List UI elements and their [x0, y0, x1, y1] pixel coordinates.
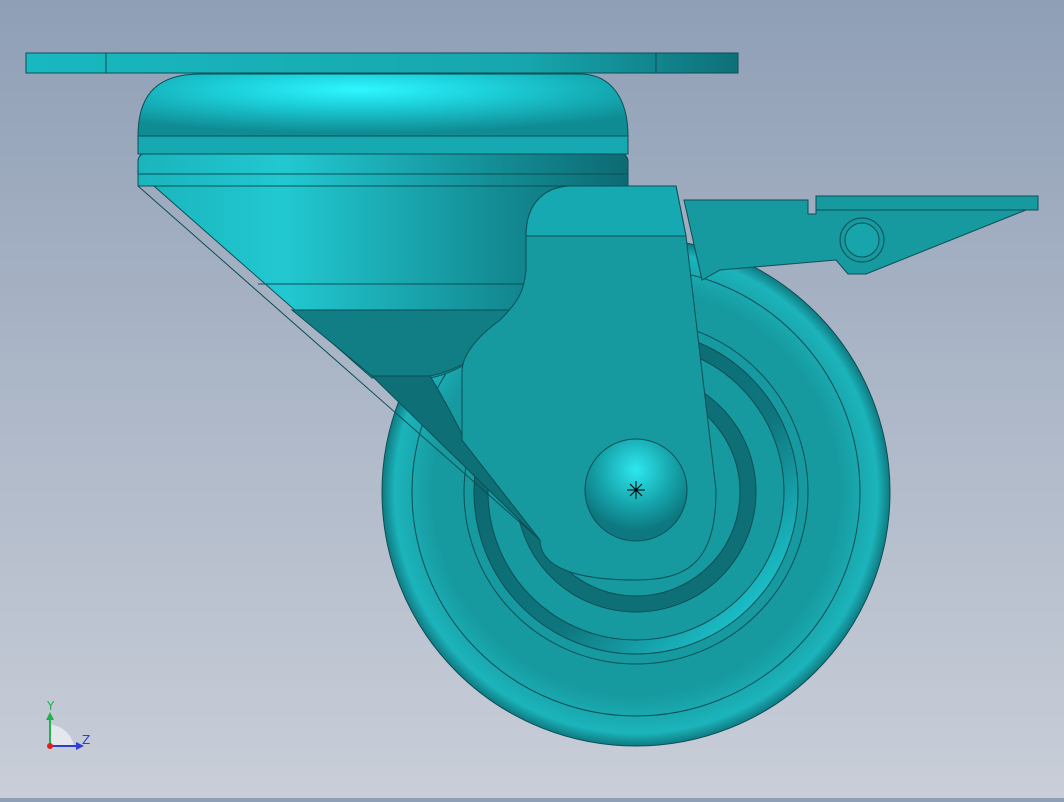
brake-lever[interactable]: [683, 195, 1039, 281]
coordinate-triad-icon: Y Z: [40, 698, 100, 758]
housing-ring[interactable]: [137, 151, 629, 187]
caster-model[interactable]: [0, 0, 1064, 798]
z-axis-label: Z: [82, 733, 91, 747]
cad-viewport[interactable]: [0, 0, 1064, 798]
axle-hub[interactable]: [584, 438, 688, 542]
y-axis-label: Y: [47, 699, 55, 713]
housing-dome[interactable]: [137, 73, 629, 155]
mounting-plate[interactable]: [25, 52, 739, 74]
